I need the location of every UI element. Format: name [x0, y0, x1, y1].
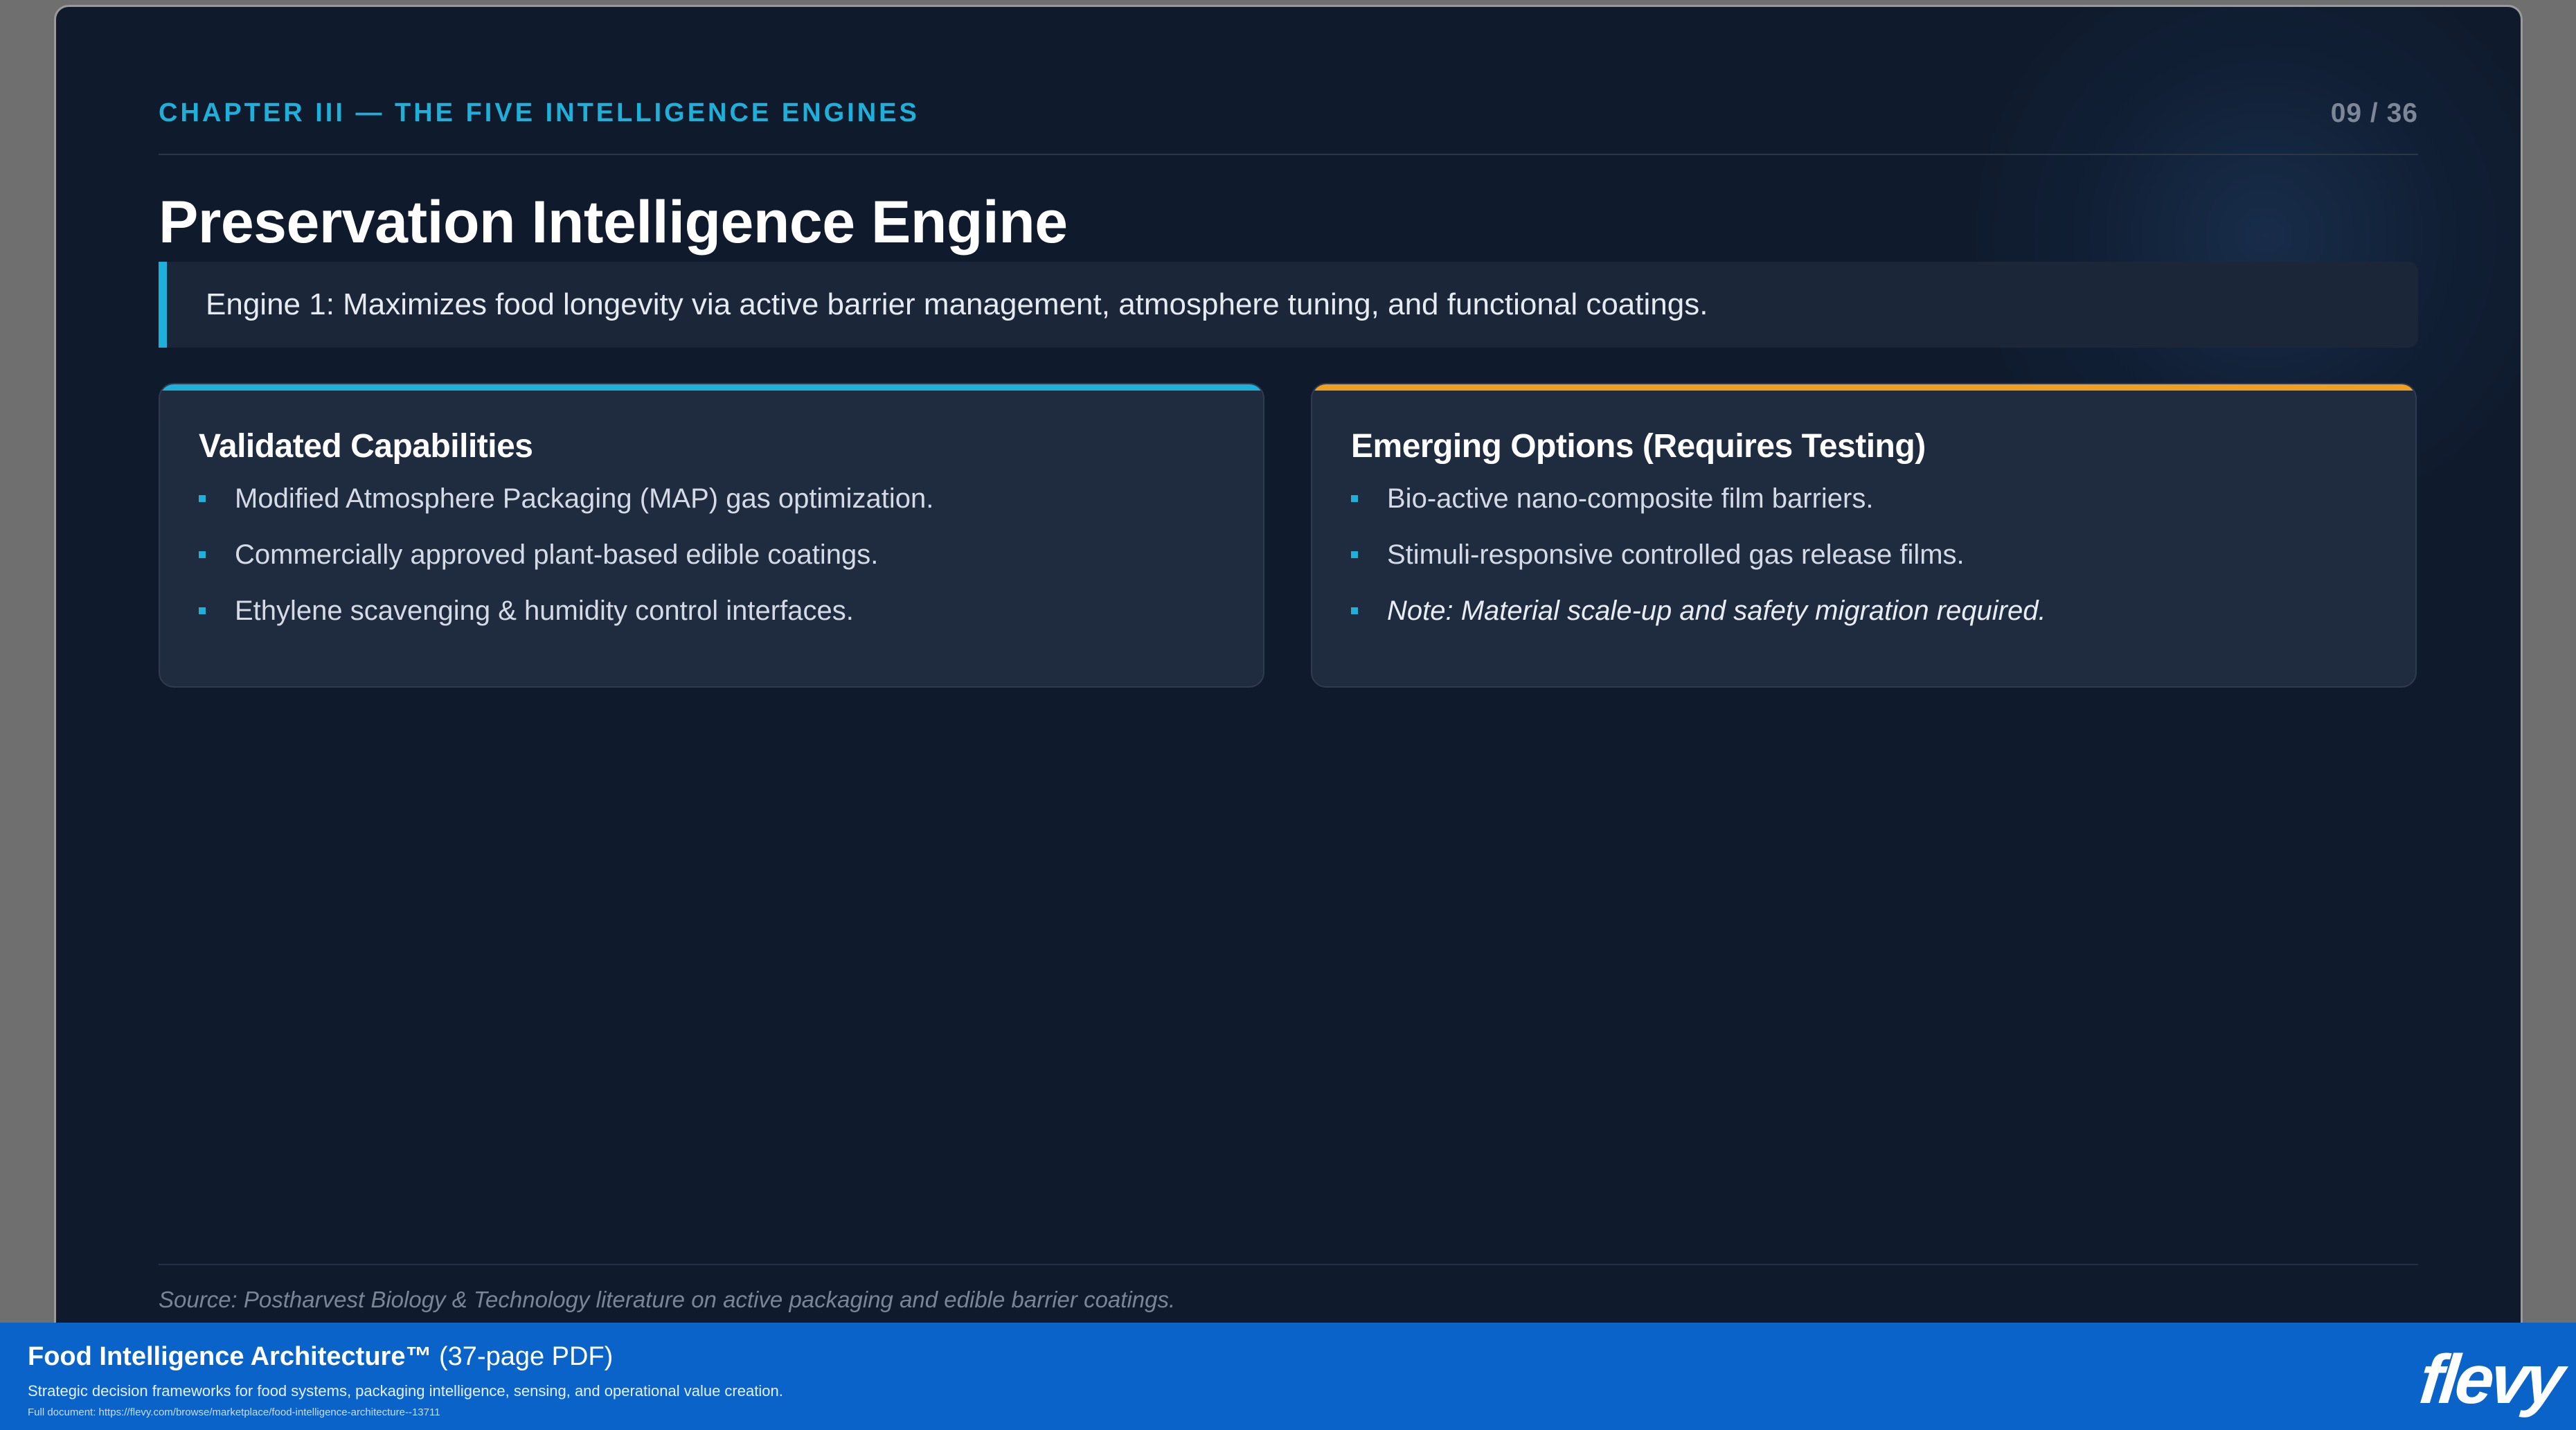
- list-item-text: Modified Atmosphere Packaging (MAP) gas …: [235, 483, 934, 514]
- card-accent-bar: [1312, 384, 2415, 391]
- page-number: 09 / 36: [2330, 98, 2418, 128]
- banner-title-text: Food Intelligence Architecture™: [28, 1342, 432, 1371]
- list-item: Stimuli-responsive controlled gas releas…: [1351, 537, 2046, 593]
- list-item-text: Commercially approved plant-based edible…: [235, 539, 879, 570]
- flevy-logo[interactable]: flevy: [2416, 1340, 2565, 1420]
- bullet-icon: [1351, 607, 1358, 614]
- list-item: Modified Atmosphere Packaging (MAP) gas …: [199, 481, 933, 537]
- banner-url-link[interactable]: Full document: https://flevy.com/browse/…: [28, 1406, 440, 1418]
- bullet-icon: [199, 551, 206, 558]
- list-item-note: Note: Material scale-up and safety migra…: [1351, 593, 2046, 650]
- slide-title: Preservation Intelligence Engine: [159, 189, 1068, 256]
- header-divider: [159, 154, 2418, 155]
- footer-divider: [159, 1264, 2418, 1265]
- emerging-options-card: Emerging Options (Requires Testing) Bio-…: [1311, 383, 2417, 688]
- banner-title-suffix: (37-page PDF): [439, 1342, 614, 1371]
- options-list: Bio-active nano-composite film barriers.…: [1351, 481, 2046, 650]
- slide: CHAPTER III — THE FIVE INTELLIGENCE ENGI…: [56, 7, 2521, 1323]
- bullet-icon: [199, 495, 206, 502]
- bullet-icon: [1351, 551, 1358, 558]
- banner-description: Strategic decision frameworks for food s…: [28, 1382, 783, 1400]
- capabilities-list: Modified Atmosphere Packaging (MAP) gas …: [199, 481, 933, 650]
- source-note: Source: Postharvest Biology & Technology…: [159, 1287, 1176, 1312]
- validated-capabilities-card: Validated Capabilities Modified Atmosphe…: [159, 383, 1264, 688]
- list-item-text: Note: Material scale-up and safety migra…: [1387, 596, 2046, 626]
- list-item-text: Stimuli-responsive controlled gas releas…: [1387, 539, 1965, 570]
- bullet-icon: [199, 607, 206, 614]
- card-accent-bar: [160, 384, 1263, 391]
- chapter-label: CHAPTER III — THE FIVE INTELLIGENCE ENGI…: [159, 98, 920, 127]
- list-item: Commercially approved plant-based edible…: [199, 537, 933, 593]
- document-banner[interactable]: Food Intelligence Architecture™ (37-page…: [0, 1323, 2576, 1430]
- card-heading: Emerging Options (Requires Testing): [1351, 428, 1926, 465]
- callout-text: Engine 1: Maximizes food longevity via a…: [206, 287, 1708, 321]
- list-item-text: Ethylene scavenging & humidity control i…: [235, 596, 854, 626]
- banner-title: Food Intelligence Architecture™ (37-page…: [28, 1342, 613, 1372]
- list-item-text: Bio-active nano-composite film barriers.: [1387, 483, 1874, 514]
- engine-callout: Engine 1: Maximizes food longevity via a…: [159, 262, 2418, 348]
- card-heading: Validated Capabilities: [199, 428, 533, 465]
- list-item: Bio-active nano-composite film barriers.: [1351, 481, 2046, 537]
- bullet-icon: [1351, 495, 1358, 502]
- list-item: Ethylene scavenging & humidity control i…: [199, 593, 933, 650]
